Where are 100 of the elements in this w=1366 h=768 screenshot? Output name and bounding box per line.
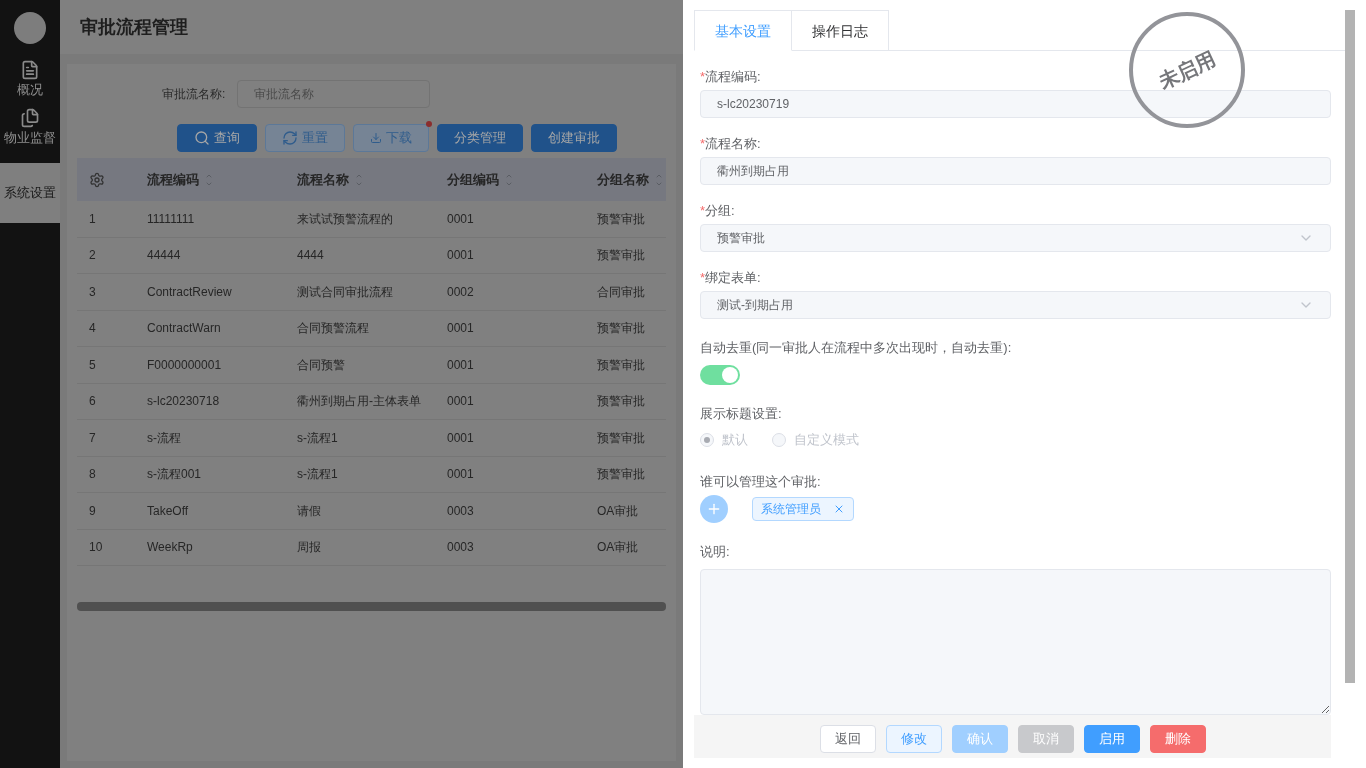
select-field[interactable]: 预警审批	[700, 224, 1331, 252]
table-cell: s-流程1	[297, 430, 338, 445]
table-cell: 0001	[447, 321, 474, 336]
add-button[interactable]	[700, 495, 728, 523]
action-button[interactable]: 删除	[1149, 725, 1206, 753]
toolbar-button[interactable]: 查询	[177, 124, 257, 152]
table-cell: 合同预警流程	[297, 321, 369, 336]
table-cell: 4444	[297, 248, 324, 263]
vertical-scrollbar[interactable]	[1345, 10, 1355, 683]
table-cell: 8	[89, 467, 96, 482]
tab[interactable]: 基本设置	[694, 10, 792, 51]
table-cell: 预警审批	[597, 394, 645, 409]
tab[interactable]: 操作日志	[792, 10, 889, 51]
table-cell: 0001	[447, 357, 474, 372]
table-cell: 1	[89, 211, 96, 226]
table-cell: 请假	[297, 503, 321, 518]
table-cell: 4	[89, 321, 96, 336]
table-cell: 0001	[447, 211, 474, 226]
table-cell: 预警审批	[597, 321, 645, 336]
toolbar-button[interactable]: 分类管理	[437, 124, 523, 152]
field-label: 自动去重(同一审批人在流程中多次出现时，自动去重):	[700, 339, 1013, 357]
table-cell: ContractReview	[147, 284, 232, 299]
refresh-icon	[282, 130, 298, 146]
table-cell: 10	[89, 540, 103, 555]
search-icon	[194, 130, 210, 146]
input-field[interactable]: 衢州到期占用	[700, 157, 1331, 185]
table-cell: s-lc20230718	[147, 394, 220, 409]
status-stamp: 未启用	[1129, 12, 1245, 128]
column-header: 流程编码	[147, 170, 199, 189]
table-cell: 5	[89, 357, 96, 372]
column-header: 分组名称	[597, 170, 649, 189]
table-cell: s-流程1	[297, 467, 338, 482]
required-mark: *	[700, 202, 706, 220]
sidebar-item[interactable]: 概况	[0, 56, 60, 104]
close-icon[interactable]	[833, 503, 845, 515]
table-cell: TakeOff	[147, 503, 189, 518]
sidebar-item[interactable]: 物业监督	[0, 103, 60, 151]
toolbar-button[interactable]: 创建审批	[531, 124, 617, 152]
horizontal-scrollbar[interactable]	[77, 602, 666, 611]
field-label: 谁可以管理这个审批:	[700, 473, 822, 491]
toolbar-button[interactable]: 下载	[353, 124, 429, 152]
table-cell: OA审批	[597, 503, 639, 518]
table-cell: 6	[89, 394, 96, 409]
toolbar-button[interactable]: 重置	[265, 124, 345, 152]
table-cell: 0001	[447, 430, 474, 445]
action-button[interactable]: 修改	[885, 725, 942, 753]
table-cell: 合同预警	[297, 357, 345, 372]
table-cell: 周报	[297, 540, 321, 555]
table-cell: s-流程	[147, 430, 181, 445]
table-cell: 0003	[447, 503, 474, 518]
field-label: 流程编码:	[705, 68, 761, 86]
table-cell: 衢州到期占用-主体表单	[297, 394, 421, 409]
download-icon	[370, 132, 382, 144]
table-cell: s-流程001	[147, 467, 202, 482]
settings-icon[interactable]	[89, 171, 105, 188]
table-cell: 3	[89, 284, 96, 299]
table-cell: 44444	[147, 248, 181, 263]
search-label: 审批流名称:	[162, 86, 226, 102]
pages-icon	[20, 107, 40, 128]
sidebar-item[interactable]: 系统设置	[0, 163, 60, 223]
table-cell: WeekRp	[147, 540, 193, 555]
input-field[interactable]: s-lc20230719	[700, 90, 1331, 118]
document-icon	[20, 60, 40, 80]
action-button[interactable]: 返回	[819, 725, 876, 753]
radio-label: 默认	[722, 431, 748, 449]
table-cell: 预警审批	[597, 430, 645, 445]
required-mark: *	[700, 135, 706, 153]
table-cell: 2	[89, 248, 96, 263]
table-cell: 预警审批	[597, 248, 645, 263]
column-header: 流程名称	[297, 170, 349, 189]
user-tag: 系统管理员	[752, 497, 854, 521]
table-cell: OA审批	[597, 540, 639, 555]
field-label: 流程名称:	[705, 135, 761, 153]
table-cell: 合同审批	[597, 284, 645, 299]
page-title: 审批流程管理	[80, 16, 188, 39]
field-label: 分组:	[705, 202, 735, 220]
table-cell: 预警审批	[597, 467, 645, 482]
table-cell: 测试合同审批流程	[297, 284, 393, 299]
table-cell: 7	[89, 430, 96, 445]
field-label: 展示标题设置:	[700, 405, 783, 423]
avatar[interactable]	[14, 12, 46, 44]
required-mark: *	[700, 68, 706, 86]
table-cell: 11111111	[147, 211, 195, 226]
table-cell: 0001	[447, 248, 474, 263]
table-cell: ContractWarn	[147, 321, 221, 336]
table-cell: 预警审批	[597, 211, 645, 226]
table-cell: 0001	[447, 467, 474, 482]
select-field[interactable]: 测试-到期占用	[700, 291, 1331, 319]
table-cell: 0002	[447, 284, 474, 299]
radio-label: 自定义模式	[794, 431, 859, 449]
column-header: 分组编码	[447, 170, 499, 189]
required-mark: *	[700, 269, 706, 287]
field-label: 绑定表单:	[705, 269, 761, 287]
table-cell: F0000000001	[147, 357, 222, 372]
table-cell: 0001	[447, 394, 474, 409]
plus-icon	[706, 501, 722, 517]
description-field[interactable]	[700, 569, 1331, 715]
action-button[interactable]: 启用	[1083, 725, 1140, 753]
table-cell: 9	[89, 503, 96, 518]
toggle-switch[interactable]	[700, 365, 740, 385]
